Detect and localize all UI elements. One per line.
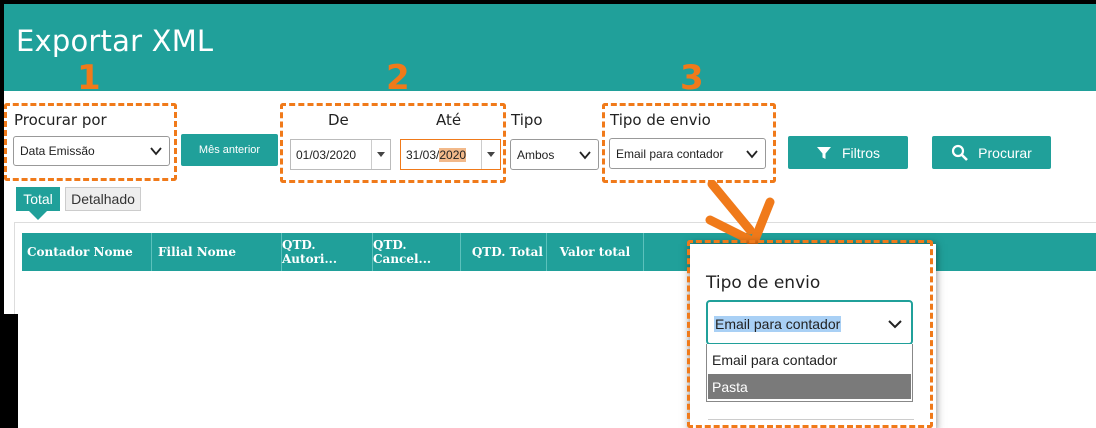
filter-icon — [816, 146, 831, 159]
annotation-number-3: 3 — [680, 58, 704, 98]
annotation-box-2 — [280, 103, 506, 183]
filtros-button[interactable]: Filtros — [788, 136, 908, 169]
tab-total[interactable]: Total — [16, 187, 60, 211]
annotation-number-1: 1 — [77, 58, 101, 98]
column-header-qtd-canceladas[interactable]: QTD. Cancel... — [373, 233, 461, 271]
tipo-value: Ambos — [517, 147, 555, 162]
tipo-label: Tipo — [511, 111, 543, 129]
search-icon — [952, 144, 969, 161]
header-bar: Exportar XML — [4, 4, 1096, 91]
background-gap — [4, 314, 18, 428]
tab-detalhado-label: Detalhado — [71, 191, 135, 207]
tab-total-label: Total — [23, 191, 53, 207]
filtros-label: Filtros — [841, 144, 881, 161]
chevron-down-icon — [579, 150, 591, 159]
active-tab-pointer-icon — [28, 210, 48, 220]
annotation-box-3 — [602, 103, 776, 183]
mes-anterior-button[interactable]: Mês anterior — [181, 134, 278, 166]
column-header-contador-nome[interactable]: Contador Nome — [22, 233, 152, 271]
column-header-qtd-total[interactable]: QTD. Total — [461, 233, 547, 271]
column-header-qtd-autorizadas[interactable]: QTD. Autori... — [282, 233, 373, 271]
annotation-number-2: 2 — [386, 58, 410, 98]
annotation-box-1 — [4, 103, 177, 181]
tipo-select[interactable]: Ambos — [510, 139, 599, 170]
app-window: Exportar XML 1 2 3 Procurar por Data Emi… — [4, 4, 1096, 428]
procurar-label: Procurar — [978, 144, 1032, 161]
annotation-box-popup — [687, 240, 933, 428]
tab-detalhado[interactable]: Detalhado — [65, 187, 141, 211]
page-title: Exportar XML — [16, 24, 214, 58]
procurar-button[interactable]: Procurar — [932, 136, 1051, 169]
column-header-valor-total[interactable]: Valor total — [547, 233, 644, 271]
column-header-filial-nome[interactable]: Filial Nome — [152, 233, 282, 271]
